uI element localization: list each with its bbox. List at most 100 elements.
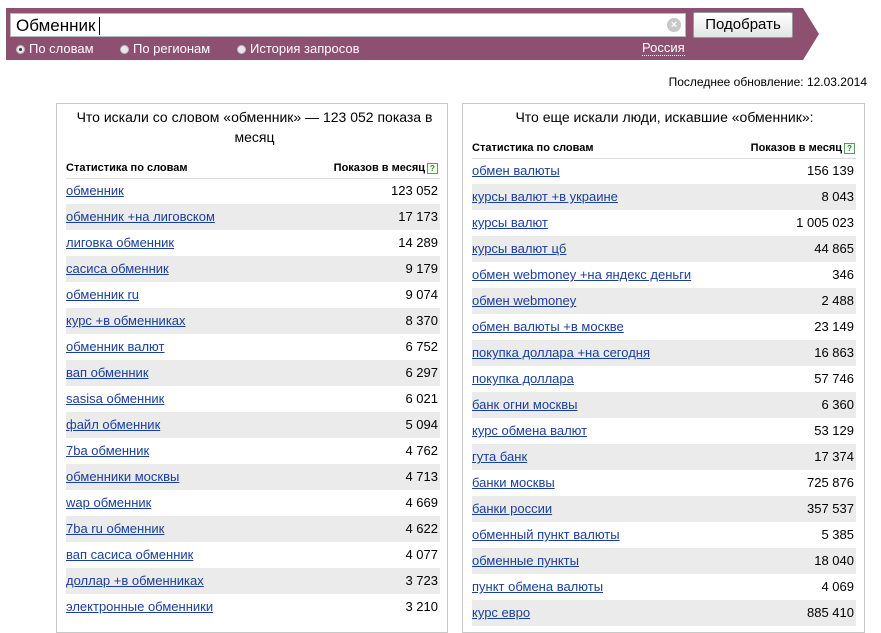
impressions-count: 6 021	[405, 391, 438, 406]
impressions-count: 4 622	[405, 521, 438, 536]
query-link[interactable]: обмен валюты	[472, 163, 560, 178]
impressions-count: 1 005 023	[796, 215, 854, 230]
query-link[interactable]: пункт обмена валюты	[472, 579, 603, 594]
radio-icon[interactable]	[237, 45, 246, 54]
query-link[interactable]: курсы валют	[472, 215, 548, 230]
table-row: курс евро 885 410	[472, 600, 856, 626]
impressions-count: 4 762	[405, 443, 438, 458]
column-header-query: Статистика по словам	[66, 162, 188, 174]
query-link[interactable]: файл обменник	[66, 417, 160, 432]
query-link[interactable]: банки москвы	[472, 475, 555, 490]
table-row: обмен webmoney 2 488	[472, 288, 856, 314]
query-link[interactable]: обмен webmoney	[472, 293, 576, 308]
query-link[interactable]: обменник +на лиговском	[66, 209, 215, 224]
mode-by-words[interactable]: По словам	[16, 42, 94, 56]
query-link[interactable]: обменные пункты	[472, 553, 579, 568]
query-link[interactable]: лиговка обменник	[66, 235, 174, 250]
query-link[interactable]: обменник валют	[66, 339, 164, 354]
last-update: Последнее обновление: 12.03.2014	[668, 75, 867, 89]
query-link[interactable]: обменник	[66, 183, 124, 198]
impressions-count: 6 752	[405, 339, 438, 354]
query-link[interactable]: курсы валют +в украине	[472, 189, 618, 204]
search-query-text[interactable]: Обменник	[16, 16, 95, 36]
table-row: доллар +в обменниках 3 723	[66, 568, 440, 594]
query-link[interactable]: курс обмена валют	[472, 423, 587, 438]
mode-history[interactable]: История запросов	[237, 42, 360, 56]
impressions-count: 156 139	[807, 163, 854, 178]
query-link[interactable]: покупка доллара	[472, 371, 574, 386]
table-row: курс обмена валют 53 129	[472, 418, 856, 444]
query-link[interactable]: обменники москвы	[66, 469, 179, 484]
query-link[interactable]: вап обменник	[66, 365, 149, 380]
impressions-count: 53 129	[814, 423, 854, 438]
query-link[interactable]: обмен webmoney +на яндекс деньги	[472, 267, 691, 282]
help-icon[interactable]: ?	[844, 143, 855, 154]
query-link[interactable]: курсы валют цб	[472, 241, 566, 256]
table-row: обмен валюты 156 139	[472, 158, 856, 184]
impressions-count: 9 179	[405, 261, 438, 276]
region-link[interactable]: Россия	[642, 41, 685, 56]
impressions-count: 8 370	[405, 313, 438, 328]
query-link[interactable]: покупка доллара +на сегодня	[472, 345, 650, 360]
query-link[interactable]: сасиса обменник	[66, 261, 169, 276]
impressions-count: 57 746	[814, 371, 854, 386]
impressions-count: 123 052	[391, 183, 438, 198]
mode-by-regions-label: По регионам	[133, 41, 211, 56]
query-link[interactable]: банк огни москвы	[472, 397, 578, 412]
impressions-count: 357 537	[807, 501, 854, 516]
table-row: файл обменник 5 094	[66, 412, 440, 438]
table-row: обмен webmoney +на яндекс деньги 346	[472, 262, 856, 288]
query-link[interactable]: обменный пункт валюты	[472, 527, 620, 542]
impressions-count: 3 210	[405, 599, 438, 614]
query-link[interactable]: обмен валюты +в москве	[472, 319, 624, 334]
impressions-count: 17 374	[814, 449, 854, 464]
impressions-count: 6 297	[405, 365, 438, 380]
query-link[interactable]: курс евро	[472, 605, 530, 620]
impressions-count: 885 410	[807, 605, 854, 620]
query-link[interactable]: обменник ru	[66, 287, 139, 302]
query-link[interactable]: электронные обменники	[66, 599, 213, 614]
related-queries-panel: Что еще искали люди, искавшие «обменник»…	[462, 103, 865, 633]
keyword-stats-panel: Что искали со словом «обменник» — 123 05…	[56, 103, 448, 633]
query-link[interactable]: 7ba обменник	[66, 443, 149, 458]
impressions-count: 44 865	[814, 241, 854, 256]
query-link[interactable]: доллар +в обменниках	[66, 573, 204, 588]
impressions-count: 8 043	[821, 189, 854, 204]
query-link[interactable]: вап сасиса обменник	[66, 547, 193, 562]
keyword-stats-table: обменник 123 052 обменник +на лиговском 17 …	[66, 178, 440, 620]
search-input[interactable]: Обменник ×	[10, 13, 686, 37]
impressions-count: 2 488	[821, 293, 854, 308]
table-row: электронные обменники 3 210	[66, 594, 440, 620]
table-row: банки россии 357 537	[472, 496, 856, 522]
table-row: обменник ru 9 074	[66, 282, 440, 308]
impressions-count: 4 069	[821, 579, 854, 594]
related-queries-title: Что еще искали люди, искавшие «обменник»…	[515, 109, 814, 125]
table-row: банки москвы 725 876	[472, 470, 856, 496]
table-row: sasisa обменник 6 021	[66, 386, 440, 412]
related-queries-table: обмен валюты 156 139 курсы валют +в украин…	[472, 158, 856, 626]
mode-by-regions[interactable]: По регионам	[120, 42, 210, 56]
query-link[interactable]: wap обменник	[66, 495, 151, 510]
table-row: 7ba обменник 4 762	[66, 438, 440, 464]
help-icon[interactable]: ?	[427, 163, 438, 174]
query-link[interactable]: 7ba ru обменник	[66, 521, 164, 536]
query-link[interactable]: sasisa обменник	[66, 391, 164, 406]
table-row: курс +в обменниках 8 370	[66, 308, 440, 334]
clear-icon[interactable]: ×	[667, 18, 681, 32]
table-row: обмен валюты +в москве 23 149	[472, 314, 856, 340]
table-row: сасиса обменник 9 179	[66, 256, 440, 282]
impressions-count: 4 669	[405, 495, 438, 510]
impressions-count: 3 723	[405, 573, 438, 588]
radio-selected-icon[interactable]	[16, 45, 25, 54]
mode-history-label: История запросов	[250, 41, 360, 56]
radio-icon[interactable]	[120, 45, 129, 54]
table-row: обменник валют 6 752	[66, 334, 440, 360]
impressions-count: 725 876	[807, 475, 854, 490]
table-row: обменный пункт валюты 5 385	[472, 522, 856, 548]
submit-button[interactable]: Подобрать	[693, 12, 793, 38]
column-header-count-label: Показов в месяц	[750, 142, 842, 154]
query-link[interactable]: гута банк	[472, 449, 527, 464]
query-link[interactable]: курс +в обменниках	[66, 313, 186, 328]
column-header-count: Показов в месяц?	[751, 142, 855, 154]
query-link[interactable]: банки россии	[472, 501, 552, 516]
